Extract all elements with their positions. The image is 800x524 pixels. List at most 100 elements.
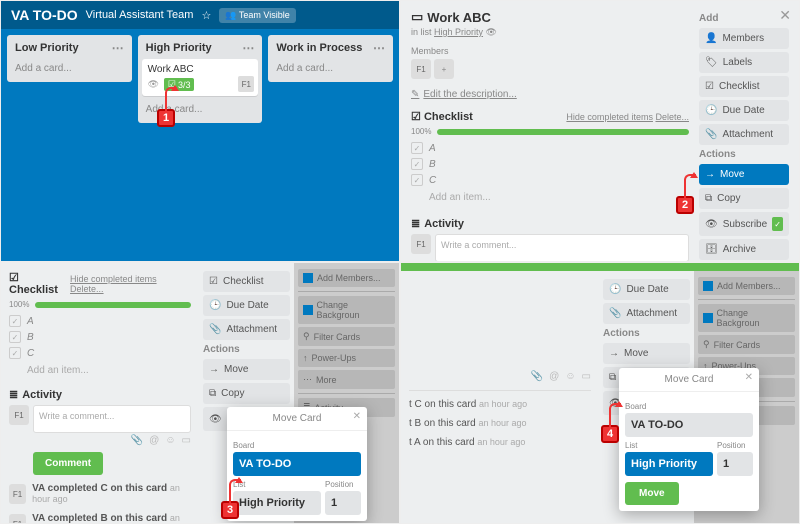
add-card[interactable]: Add a card... <box>272 59 389 78</box>
list-link[interactable]: High Priority <box>434 27 483 37</box>
side-copy[interactable]: ⧉Copy <box>203 383 290 404</box>
side-archive[interactable]: 🗄Archive <box>699 239 789 260</box>
side-members[interactable]: 👤Members <box>699 28 789 49</box>
avatar[interactable]: F1 <box>411 59 431 79</box>
menu-change-bg[interactable]: Change Backgroun <box>698 304 795 332</box>
list-work-in-process[interactable]: Work in Process ⋯ Add a card... <box>268 35 393 82</box>
checkbox-icon[interactable]: ✓ <box>411 174 423 186</box>
move-list-select[interactable]: High Priority <box>625 452 713 476</box>
checklist-heading: ☑ Checklist <box>411 110 473 123</box>
add-checklist-item[interactable]: Add an item... <box>9 361 191 380</box>
list-name[interactable]: Work in Process <box>276 42 362 54</box>
star-icon[interactable]: ☆ <box>201 9 211 22</box>
side-actions-heading: Actions <box>699 149 789 160</box>
people-icon: 👥 <box>225 10 236 20</box>
user-icon: 👤 <box>705 33 717 44</box>
menu-powerups[interactable]: ↑Power-Ups <box>298 349 395 367</box>
board-header: VA TO-DO Virtual Assistant Team ☆ 👥 Team… <box>1 1 399 29</box>
menu-filter[interactable]: ⚲Filter Cards <box>698 335 795 354</box>
list-menu-icon[interactable]: ⋯ <box>112 41 124 55</box>
move-card-popover: Move Card✕ Board VA TO-DO List High Prio… <box>619 368 759 511</box>
activity-icon: ≣ <box>9 388 18 401</box>
side-move[interactable]: →Move <box>203 359 290 380</box>
add-card[interactable]: Add a card... <box>11 59 128 78</box>
move-list-select[interactable]: High Priority <box>233 491 321 515</box>
activity-icon: ≣ <box>411 217 420 230</box>
side-attachment[interactable]: 📎Attachment <box>603 303 690 324</box>
cardback-main: ▭ Work ABC in list High Priority 👁 Membe… <box>411 9 689 253</box>
progress-strip <box>401 263 799 271</box>
hide-completed-link[interactable]: Hide completed items <box>70 274 157 284</box>
hide-completed-link[interactable]: Hide completed items <box>566 112 653 122</box>
attach-icon: 📎 <box>705 129 717 140</box>
side-duedate[interactable]: 🕒Due Date <box>203 295 290 316</box>
side-duedate[interactable]: 🕒Due Date <box>603 279 690 300</box>
avatar: F1 <box>9 405 29 425</box>
check-badge: ✓ <box>772 217 783 231</box>
side-copy[interactable]: ⧉Copy <box>699 188 789 209</box>
checkbox-icon[interactable]: ✓ <box>411 142 423 154</box>
card-title-row: ▭ Work ABC <box>411 9 689 25</box>
menu-add-members[interactable]: Add Members... <box>298 269 395 287</box>
add-member-button[interactable]: + <box>434 59 454 79</box>
checkbox-icon[interactable]: ✓ <box>411 158 423 170</box>
delete-checklist-link[interactable]: Delete... <box>655 112 689 122</box>
side-duedate[interactable]: 🕒Due Date <box>699 100 789 121</box>
checklist-icon: ☑ <box>705 81 714 92</box>
side-add-heading: Add <box>699 13 789 24</box>
edit-description[interactable]: ✎ Edit the description... <box>411 89 689 100</box>
checklist-icon: ☑ <box>9 272 19 284</box>
comment-button[interactable]: Comment <box>33 452 103 475</box>
arrow-icon: → <box>705 169 715 180</box>
close-icon[interactable]: ✕ <box>745 372 753 383</box>
side-labels[interactable]: 🏷Labels <box>699 52 789 73</box>
list-menu-icon[interactable]: ⋯ <box>242 41 254 55</box>
side-checklist[interactable]: ☑Checklist <box>699 76 789 97</box>
board-team[interactable]: Virtual Assistant Team <box>86 9 194 21</box>
checklist-item[interactable]: ✓A <box>411 140 689 156</box>
checklist-icon: ☑ <box>411 111 421 123</box>
list-low-priority[interactable]: Low Priority ⋯ Add a card... <box>7 35 132 82</box>
checklist-progress: 100% <box>411 127 689 136</box>
side-attachment[interactable]: 📎Attachment <box>203 319 290 340</box>
menu-add-members[interactable]: Add Members... <box>698 277 795 295</box>
card-title[interactable]: Work ABC <box>427 10 491 25</box>
activity-log: F1 VA completed B on this card an hour a… <box>9 513 191 524</box>
add-checklist-item[interactable]: Add an item... <box>411 188 689 207</box>
checklist-item[interactable]: ✓C <box>411 172 689 188</box>
card-title: Work ABC <box>148 64 253 75</box>
card-work-abc[interactable]: Work ABC 👁 ☑ 3/3 F1 <box>142 59 259 96</box>
list-name[interactable]: High Priority <box>146 42 212 54</box>
activity-log: F1 VA completed C on this card an hour a… <box>9 483 191 505</box>
avatar[interactable]: F1 <box>238 76 254 92</box>
menu-more[interactable]: ⋯More <box>298 370 395 389</box>
move-position-select[interactable]: 1 <box>717 452 753 476</box>
pane-q3: ☑ Checklist Hide completed items Delete.… <box>0 262 400 524</box>
move-position-select[interactable]: 1 <box>325 491 361 515</box>
board-title[interactable]: VA TO-DO <box>11 7 78 23</box>
close-icon[interactable]: ✕ <box>779 7 791 24</box>
side-checklist[interactable]: ☑Checklist <box>203 271 290 292</box>
close-icon[interactable]: ✕ <box>353 411 361 422</box>
move-board-select[interactable]: VA TO-DO <box>625 413 753 437</box>
move-board-select[interactable]: VA TO-DO <box>233 452 361 476</box>
side-move[interactable]: →Move <box>603 343 690 364</box>
marker-1: 1 <box>157 109 175 127</box>
pane-board: VA TO-DO Virtual Assistant Team ☆ 👥 Team… <box>0 0 400 262</box>
delete-checklist-link[interactable]: Delete... <box>70 284 104 294</box>
marker-2: 2 <box>676 196 694 214</box>
comment-input[interactable]: Write a comment... <box>33 405 191 433</box>
menu-filter[interactable]: ⚲Filter Cards <box>298 327 395 346</box>
list-menu-icon[interactable]: ⋯ <box>373 41 385 55</box>
side-subscribe[interactable]: 👁Subscribe✓ <box>699 212 789 236</box>
list-name[interactable]: Low Priority <box>15 42 79 54</box>
move-button[interactable]: Move <box>625 482 679 505</box>
side-attachment[interactable]: 📎Attachment <box>699 124 789 145</box>
card-in-list: in list High Priority 👁 <box>411 27 689 38</box>
checklist-item[interactable]: ✓B <box>411 156 689 172</box>
cardback-sidebar: Add 👤Members 🏷Labels ☑Checklist 🕒Due Dat… <box>699 9 789 253</box>
board-visibility[interactable]: 👥 Team Visible <box>219 8 295 23</box>
side-move[interactable]: →Move <box>699 164 789 185</box>
comment-input[interactable]: Write a comment... <box>435 234 689 262</box>
menu-change-bg[interactable]: Change Backgroun <box>298 296 395 324</box>
